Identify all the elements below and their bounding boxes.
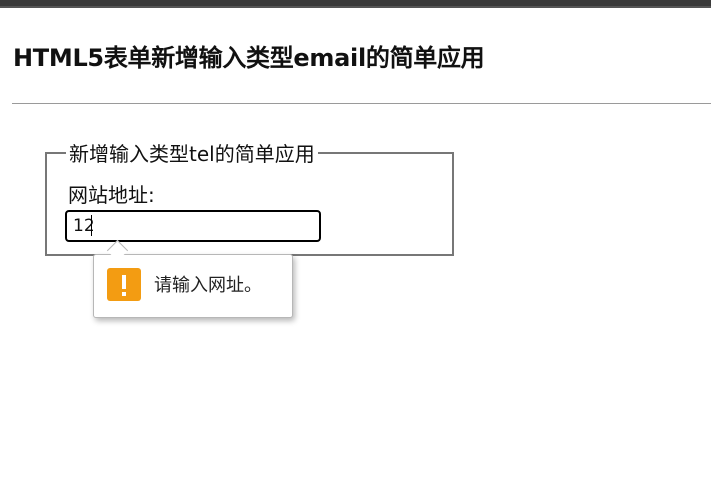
url-input[interactable] — [65, 210, 321, 242]
horizontal-divider — [12, 103, 711, 104]
url-field-label: 网站地址: — [68, 183, 155, 207]
fieldset-legend: 新增输入类型tel的简单应用 — [66, 139, 318, 169]
warning-icon — [107, 268, 141, 301]
text-cursor — [91, 215, 92, 236]
validation-message: 请输入网址。 — [154, 275, 262, 296]
page-title: HTML5表单新增输入类型email的简单应用 — [13, 44, 485, 72]
browser-top-strip — [0, 0, 711, 8]
